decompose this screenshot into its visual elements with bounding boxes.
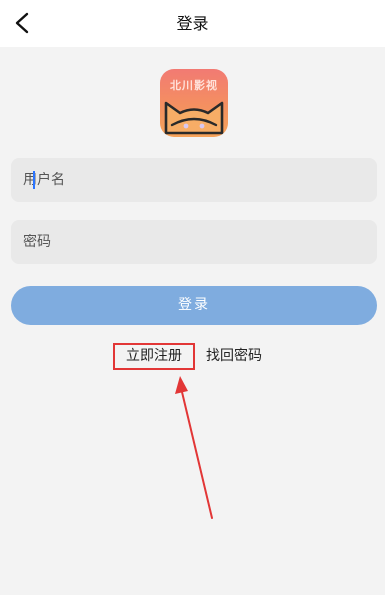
- account-links: 立即注册 找回密码: [0, 343, 385, 373]
- username-field[interactable]: [11, 158, 377, 202]
- forgot-password-link[interactable]: 找回密码: [206, 343, 262, 370]
- top-bar: 登录: [0, 0, 385, 47]
- text-cursor: [33, 171, 35, 189]
- login-button[interactable]: 登录: [11, 286, 377, 325]
- register-link[interactable]: 立即注册: [113, 343, 195, 370]
- password-field[interactable]: [11, 220, 377, 264]
- username-input[interactable]: [23, 172, 377, 188]
- password-input[interactable]: [23, 234, 377, 250]
- page-title: 登录: [176, 14, 209, 33]
- cat-face-icon: [164, 101, 224, 135]
- app-logo: 北川影视: [160, 69, 228, 137]
